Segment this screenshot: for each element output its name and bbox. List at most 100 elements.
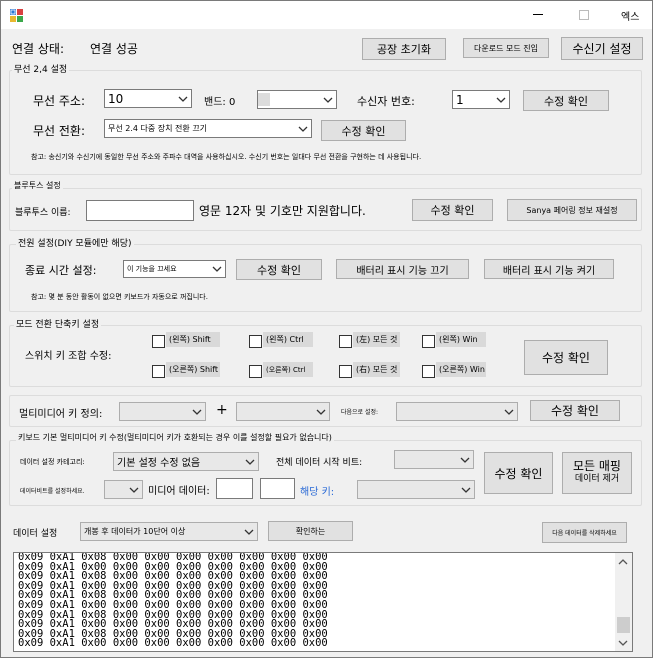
left-ctrl-checkbox[interactable] [249,335,262,348]
bluetooth-name-label: 블루투스 이름: [15,208,71,218]
check-button[interactable]: 확인하는 [268,521,353,541]
connection-status-label: 연결 상태: [12,42,65,56]
switch-combo-label: 스위치 키 조합 수정: [25,351,112,362]
kb-multimedia-confirm-button[interactable]: 수정 확인 [484,452,553,494]
chevron-down-icon [243,526,255,538]
chevron-down-icon [244,456,256,468]
multimedia-key2-select[interactable] [236,402,330,421]
wireless-switch-label: 무선 전환: [33,124,86,138]
chevron-down-icon [315,406,327,418]
connection-status-value: 연결 성공 [90,42,138,56]
title-bar[interactable]: 엑스 [1,1,652,29]
data-category-label: 데이터 설정 카테고리: [20,458,85,466]
app-icon [10,9,24,22]
right-win-label: (오른쪽) Win [436,362,486,377]
media-data-input-1[interactable] [216,478,253,499]
right-ctrl-label: (오른쪽) Ctrl [263,362,313,377]
left-alt-checkbox[interactable] [339,335,352,348]
wireless-confirm-button[interactable]: 수정 확인 [523,90,609,111]
wireless-switch-select[interactable]: 무선 2.4 다중 장치 전환 끄기 [104,119,312,138]
scroll-down-icon[interactable] [617,637,629,649]
left-win-label: (왼쪽) Win [436,332,486,347]
data-settings-select[interactable]: 개봉 후 데이터가 10단어 이상 [80,522,258,541]
remove-all-mapping-line2: 데이터 제거 [574,474,620,484]
scroll-up-icon[interactable] [617,556,629,568]
right-alt-checkbox[interactable] [339,365,352,378]
bluetooth-group-title: 블루투스 설정 [12,180,63,191]
plus-sign: + [216,402,228,418]
chevron-down-icon [503,406,515,418]
minimize-icon[interactable] [533,14,543,15]
media-data-input-2[interactable] [260,478,295,499]
reset-pairing-button[interactable]: Sanya 페어링 정보 재설정 [507,199,637,221]
keyboard-multimedia-group-title: 키보드 기본 멀티미디어 키 수정(멀티미디어 키가 호환되는 경우 이를 설정… [16,432,334,443]
battery-display-on-button[interactable]: 배터리 표시 기능 켜기 [484,259,614,279]
band-select[interactable] [257,90,337,109]
multimedia-key1-select[interactable] [119,402,206,421]
wireless-address-label: 무선 주소: [33,94,86,108]
left-win-checkbox[interactable] [422,335,435,348]
battery-display-off-button[interactable]: 배터리 표시 기능 끄기 [336,259,469,279]
chevron-down-icon [211,263,223,275]
data-category-select[interactable]: 기본 설정 수정 없음 [113,452,259,471]
download-mode-button[interactable]: 다운로드 모드 진입 [463,38,549,58]
data-settings-label: 데이터 설정 [13,529,58,539]
left-shift-checkbox[interactable] [152,335,165,348]
wireless-group-title: 무선 2,4 설정 [12,62,70,75]
power-group-title: 전원 설정(DIY 모듈에만 해당) [16,236,134,249]
chevron-down-icon [128,484,140,496]
shutdown-time-select[interactable]: 이 기능을 끄세요 [123,260,226,278]
data-log-textarea[interactable]: 0x09 0xA1 0x08 0x00 0x00 0x00 0x00 0x00 … [13,552,633,652]
bluetooth-confirm-button[interactable]: 수정 확인 [412,199,493,221]
corresponding-key-select[interactable] [357,480,475,499]
start-bit-label: 전체 데이터 시작 비트: [276,458,363,468]
right-alt-label: (右) 모든 것 [353,362,400,377]
right-shift-label: (오른쪽) Shift [166,362,220,377]
power-note: 참고: 몇 분 동안 활동이 없으면 키보드가 자동으로 꺼집니다. [31,293,208,301]
right-ctrl-checkbox[interactable] [249,365,262,378]
chevron-down-icon [191,406,203,418]
corresponding-key-label: 해당 키: [300,487,335,498]
right-shift-checkbox[interactable] [152,365,165,378]
mode-switch-group-title: 모드 전환 단축키 설정 [14,317,102,330]
close-button[interactable]: 엑스 [621,8,639,23]
multimedia-define-confirm-button[interactable]: 수정 확인 [530,400,620,421]
chevron-down-icon [459,454,471,466]
bluetooth-hint: 영문 12자 및 기호만 지원합니다. [199,204,366,218]
left-ctrl-label: (왼쪽) Ctrl [263,332,313,347]
set-next-label: 다음으로 설정: [341,409,379,416]
multimedia-target-select[interactable] [396,402,518,421]
right-win-checkbox[interactable] [422,365,435,378]
log-line: 0x09 0xA1 0x00 0x00 0x00 0x00 0x00 0x00 … [18,637,328,650]
bluetooth-name-input[interactable] [86,200,194,221]
data-bit-select[interactable] [104,480,143,499]
chevron-down-icon [297,123,309,135]
chevron-down-icon [495,94,507,106]
scroll-thumb[interactable] [617,617,630,633]
maximize-icon[interactable] [579,10,589,20]
chevron-down-icon [177,93,189,105]
receiver-settings-button[interactable]: 수신기 설정 [561,37,643,60]
chevron-down-icon [322,94,334,106]
remove-all-mapping-button[interactable]: 모든 매핑 데이터 제거 [562,452,632,494]
factory-reset-button[interactable]: 공장 초기화 [362,38,446,60]
log-scrollbar[interactable] [615,553,632,651]
start-bit-select[interactable] [394,450,474,469]
wireless-address-select[interactable]: 10 [104,89,192,108]
receiver-number-label: 수신자 번호: [357,95,415,108]
wireless-switch-confirm-button[interactable]: 수정 확인 [321,120,406,141]
band-select-highlight [258,93,270,106]
left-alt-label: (左) 모든 것 [353,332,400,347]
power-confirm-button[interactable]: 수정 확인 [236,259,322,280]
multimedia-define-label: 멀티미디어 키 정의: [19,409,103,420]
remove-all-mapping-line1: 모든 매핑 [573,459,621,473]
mode-switch-confirm-button[interactable]: 수정 확인 [524,340,608,375]
select-data-bit-label: 데이터비트를 설정하세요. [20,488,85,495]
shutdown-time-label: 종료 시간 설정: [25,264,97,277]
wireless-note: 참고: 송신기와 수신기에 동일한 무선 주소와 주파수 대역을 사용하십시오.… [31,153,422,161]
chevron-down-icon [460,484,472,496]
left-shift-label: (왼쪽) Shift [166,332,220,347]
delete-data-button[interactable]: 다음 데이터를 삭제하세요 [542,522,627,543]
media-data-label: 미디어 데이터: [148,486,210,497]
receiver-number-select[interactable]: 1 [452,90,510,109]
